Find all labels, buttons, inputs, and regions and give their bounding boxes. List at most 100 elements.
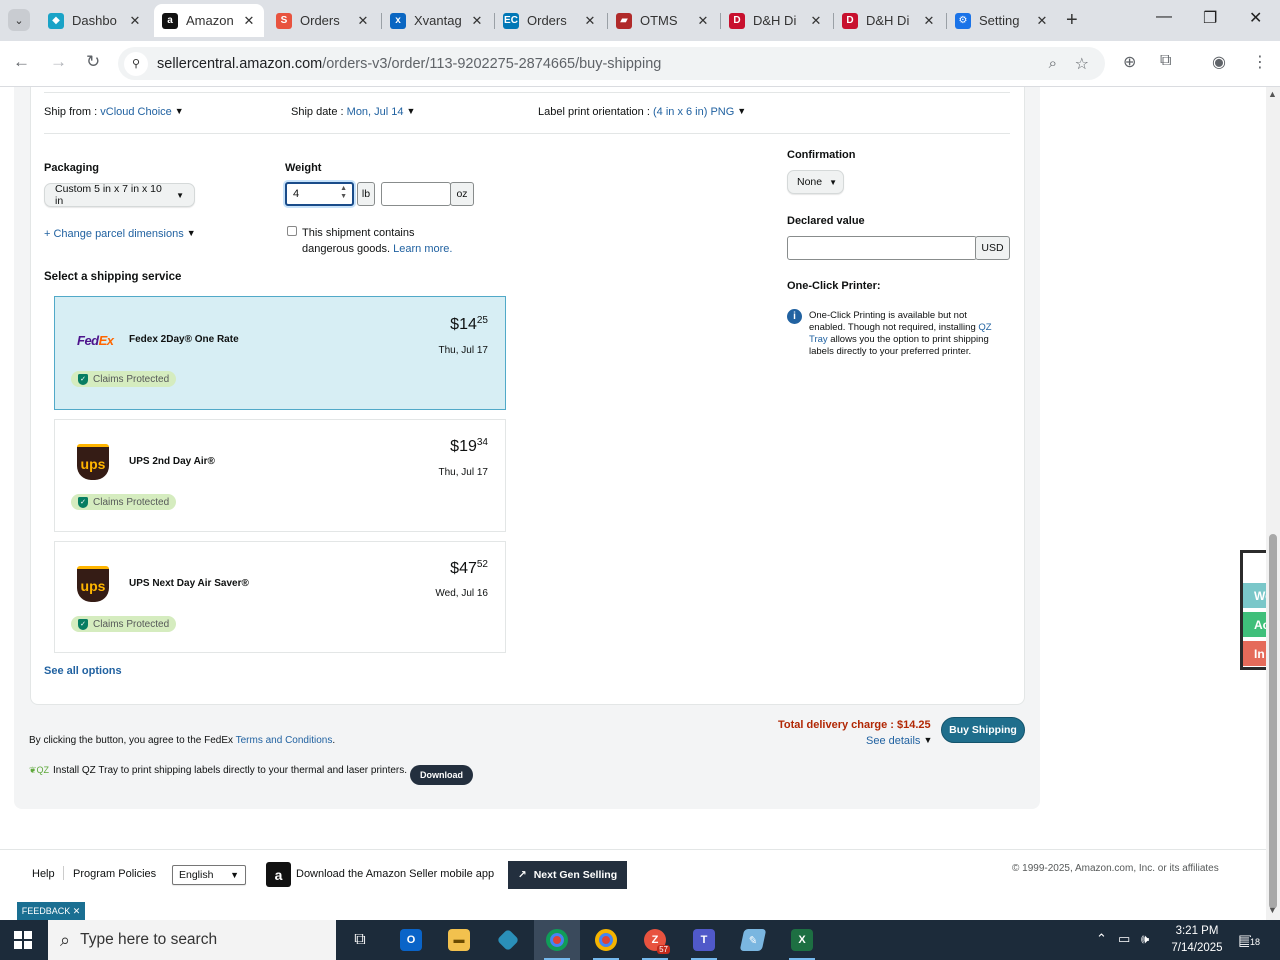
truck-icon: ▰ xyxy=(616,12,632,29)
tab-search-button[interactable]: ⌄ xyxy=(8,9,30,31)
close-tab-icon[interactable]: ✕ xyxy=(694,13,712,29)
download-button[interactable]: Download xyxy=(410,765,473,785)
close-window-icon[interactable]: ✕ xyxy=(1249,8,1262,28)
close-tab-icon[interactable]: ✕ xyxy=(807,13,825,29)
service-option-fedex-2day[interactable]: FedEx Fedex 2Day® One Rate $1425 Thu, Ju… xyxy=(54,296,506,410)
change-dimensions-link[interactable]: + Change parcel dimensions ▼ xyxy=(44,228,196,240)
excel-icon[interactable]: X xyxy=(779,920,825,960)
tab-dh-1[interactable]: D D&H Di ✕ xyxy=(721,4,831,37)
label-orientation-dropdown[interactable]: (4 in x 6 in) PNG xyxy=(653,106,734,118)
tab-dh-2[interactable]: D D&H Di ✕ xyxy=(834,4,944,37)
close-tab-icon[interactable]: ✕ xyxy=(1033,13,1051,29)
learn-more-link[interactable]: Learn more. xyxy=(393,243,452,255)
tab-orders-shipstation[interactable]: S Orders ✕ xyxy=(268,4,378,37)
service-option-ups-2nd-day[interactable]: ups UPS 2nd Day Air® $1934 Thu, Jul 17 ✓… xyxy=(54,419,506,532)
chevron-down-icon: ▼ xyxy=(174,106,184,116)
scroll-thumb[interactable] xyxy=(1269,534,1277,909)
chrome-profile-icon[interactable] xyxy=(583,920,629,960)
seller-app-link[interactable]: Download the Amazon Seller mobile app xyxy=(296,868,494,880)
forward-icon[interactable]: → xyxy=(50,52,67,72)
tab-dashboard[interactable]: ◆ Dashbo ✕ xyxy=(40,4,150,37)
zoom-icon[interactable]: ⌕ xyxy=(1049,55,1057,72)
profile-icon[interactable]: ◉ xyxy=(1212,52,1226,72)
volume-icon[interactable]: 🕪 xyxy=(1141,931,1149,947)
close-tab-icon[interactable]: ✕ xyxy=(126,13,144,29)
show-hidden-icons-icon[interactable]: ⌃ xyxy=(1096,931,1107,947)
weight-lb-input[interactable]: 4 ▲ ▼ xyxy=(285,182,354,206)
translate-icon[interactable]: ⊕ xyxy=(1123,52,1136,72)
notifications-icon[interactable]: ▤ 18 xyxy=(1238,931,1262,949)
new-tab-icon[interactable]: + xyxy=(1066,9,1078,32)
tab-xvantage[interactable]: x Xvantag ✕ xyxy=(382,4,492,37)
close-tab-icon[interactable]: ✕ xyxy=(240,13,258,29)
scroll-down-icon[interactable]: ▼ xyxy=(1268,905,1277,915)
claims-protected-badge: ✓ Claims Protected xyxy=(71,371,177,387)
close-tab-icon[interactable]: ✕ xyxy=(354,13,372,29)
minimize-icon[interactable]: — xyxy=(1156,8,1172,26)
service-price: $1425 xyxy=(450,315,488,333)
dangerous-goods-checkbox[interactable] xyxy=(287,226,297,236)
number-spinner-icon[interactable]: ▲ ▼ xyxy=(340,185,347,201)
terms-link[interactable]: Terms and Conditions xyxy=(236,735,333,746)
taskbar-clock[interactable]: 3:21 PM 7/14/2025 xyxy=(1162,923,1232,957)
app-diamond-icon[interactable] xyxy=(485,920,531,960)
chrome-icon[interactable] xyxy=(534,920,580,960)
external-link-icon: ↗ xyxy=(517,869,527,881)
chevron-down-icon: ▼ xyxy=(176,190,184,200)
back-icon[interactable]: ← xyxy=(13,52,30,72)
weight-label: Weight xyxy=(285,162,322,174)
declared-value-input[interactable] xyxy=(787,236,977,260)
page-footer: Help Program Policies English ▼ a Downloa… xyxy=(0,849,1266,919)
oz-unit: oz xyxy=(450,182,474,206)
qz-tray-link[interactable]: Tray xyxy=(809,334,828,345)
language-select[interactable]: English ▼ xyxy=(172,865,246,885)
ship-from-dropdown[interactable]: vCloud Choice xyxy=(100,106,172,118)
see-all-options-link[interactable]: See all options xyxy=(44,665,122,677)
fedex-logo: FedEx xyxy=(77,333,114,348)
zoom-app-icon[interactable]: Z 57 xyxy=(632,920,678,960)
ship-date-dropdown[interactable]: Mon, Jul 14 xyxy=(347,106,404,118)
taskbar-search[interactable]: ⌕ Type here to search xyxy=(48,920,336,960)
extensions-icon[interactable]: ⧉ xyxy=(1160,52,1171,70)
qz-tray-link[interactable]: QZ xyxy=(978,322,991,333)
network-icon[interactable]: ▭ xyxy=(1118,931,1130,947)
buy-shipping-button[interactable]: Buy Shipping xyxy=(941,717,1025,743)
tab-orders-ec[interactable]: EC Orders ✕ xyxy=(495,4,605,37)
more-menu-icon[interactable]: ⋮ xyxy=(1252,52,1268,72)
outlook-icon[interactable]: O xyxy=(388,920,434,960)
reload-icon[interactable]: ↻ xyxy=(86,52,100,72)
side-tab-worklist[interactable]: Worl xyxy=(1240,583,1266,608)
scroll-up-icon[interactable]: ▲ xyxy=(1268,89,1277,99)
site-info-icon[interactable]: ⚲ xyxy=(124,51,148,76)
tab-otms[interactable]: ▰ OTMS ✕ xyxy=(608,4,718,37)
side-tab-inaction[interactable]: In Ac xyxy=(1240,641,1266,666)
page-scrollbar[interactable]: ▲ ▼ xyxy=(1266,87,1280,920)
total-delivery-charge: Total delivery charge : $14.25 xyxy=(778,719,931,731)
confirmation-select[interactable]: None ▼ xyxy=(787,170,844,194)
file-explorer-icon[interactable]: ▬ xyxy=(436,920,482,960)
tab-settings[interactable]: ⚙ Setting ✕ xyxy=(947,4,1057,37)
next-gen-selling-button[interactable]: ↗ Next Gen Selling xyxy=(508,861,627,889)
close-tab-icon[interactable]: ✕ xyxy=(581,13,599,29)
help-link[interactable]: Help xyxy=(32,868,55,880)
restore-icon[interactable]: ❐ xyxy=(1203,8,1217,28)
browser-toolbar: ← → ↻ ⚲ sellercentral.amazon.com/orders-… xyxy=(0,41,1280,87)
close-tab-icon[interactable]: ✕ xyxy=(920,13,938,29)
packaging-select[interactable]: Custom 5 in x 7 in x 10 in ▼ xyxy=(44,183,195,207)
service-option-ups-next-day[interactable]: ups UPS Next Day Air Saver® $4752 Wed, J… xyxy=(54,541,506,653)
see-details-link[interactable]: See details ▼ xyxy=(866,735,932,747)
notepad-icon[interactable]: ✎ xyxy=(730,920,776,960)
feedback-button[interactable]: FEEDBACK ✕ xyxy=(17,902,85,920)
program-policies-link[interactable]: Program Policies xyxy=(73,868,156,880)
page-content: Ship from : vCloud Choice ▼ Ship date : M… xyxy=(0,87,1266,920)
bookmark-star-icon[interactable]: ☆ xyxy=(1075,54,1089,74)
close-tab-icon[interactable]: ✕ xyxy=(468,13,486,29)
address-bar[interactable]: ⚲ sellercentral.amazon.com/orders-v3/ord… xyxy=(118,47,1105,80)
ec-icon: EC xyxy=(503,12,519,29)
weight-oz-input[interactable] xyxy=(381,182,451,206)
task-view-icon[interactable]: ⧉ xyxy=(337,920,383,960)
side-tab-activity[interactable]: Activ xyxy=(1240,612,1266,637)
tab-amazon[interactable]: a Amazon ✕ xyxy=(154,4,264,37)
teams-icon[interactable]: T xyxy=(681,920,727,960)
windows-start-icon[interactable] xyxy=(14,931,32,949)
